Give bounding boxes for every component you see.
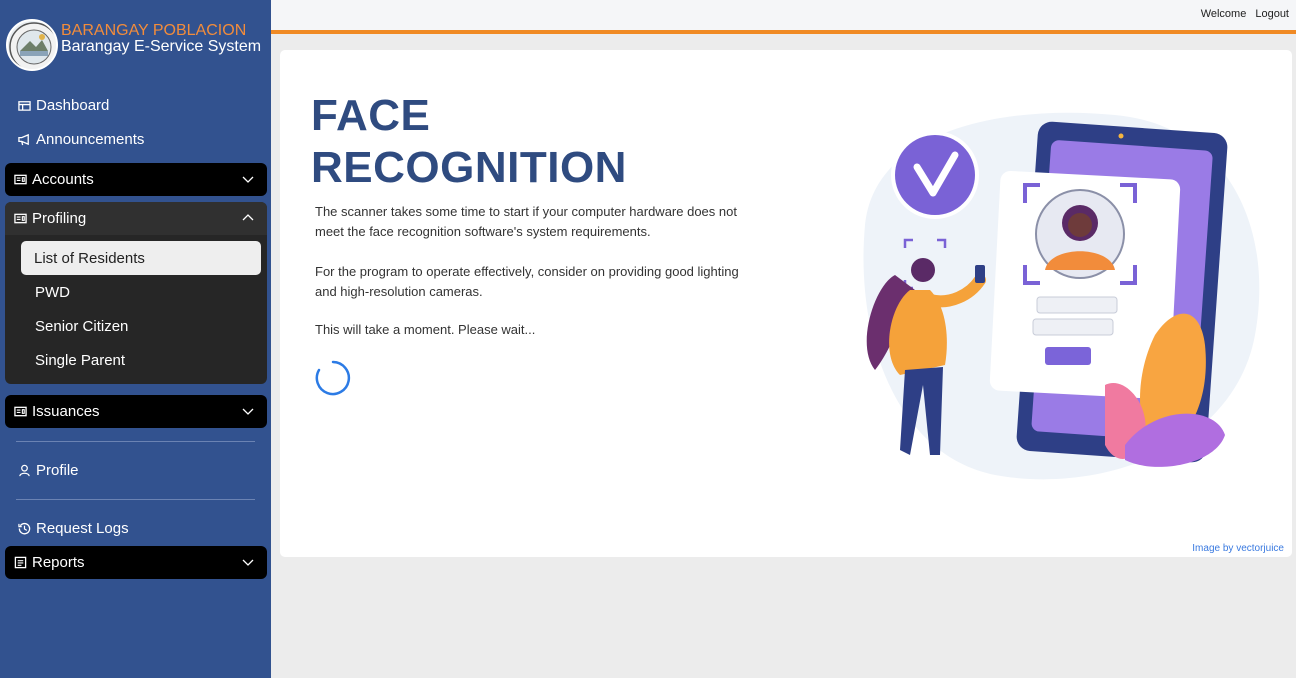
page-title-line1: FACE	[311, 91, 431, 140]
welcome-link[interactable]: Welcome	[1201, 8, 1247, 20]
nav-group-issuances[interactable]: Issuances	[5, 395, 267, 428]
nav-profile-label: Profile	[36, 462, 79, 479]
logout-link[interactable]: Logout	[1255, 8, 1289, 20]
info-paragraph-hardware: The scanner takes some time to start if …	[315, 204, 737, 239]
chevron-up-icon	[242, 214, 254, 221]
sidebar-divider	[16, 441, 255, 442]
nav-accounts-label: Accounts	[32, 171, 94, 188]
page-title: FACE RECOGNITION	[311, 90, 627, 194]
id-card-icon	[14, 174, 27, 185]
nav-profile[interactable]: Profile	[18, 462, 79, 479]
brand: BARANGAY POBLACION Barangay E-Service Sy…	[0, 0, 271, 80]
chevron-down-icon	[242, 176, 254, 183]
wait-message: This will take a moment. Please wait...	[315, 322, 536, 337]
face-recognition-illustration	[863, 112, 1260, 480]
nav-request-logs-label: Request Logs	[36, 520, 129, 537]
image-credit-link[interactable]: Image by vectorjuice	[1192, 543, 1284, 554]
sub-item-single-parent[interactable]: Single Parent	[5, 343, 267, 377]
nav-profiling-toggle[interactable]: Profiling	[5, 202, 267, 235]
id-card-icon	[14, 406, 27, 417]
nav-dashboard-label: Dashboard	[36, 97, 110, 114]
nav-issuances-label: Issuances	[32, 403, 100, 420]
sub-item-pwd[interactable]: PWD	[5, 275, 267, 309]
top-bar: Welcome Logout	[271, 0, 1296, 30]
sub-item-list-of-residents[interactable]: List of Residents	[21, 241, 261, 275]
brand-subtitle: Barangay E-Service System	[61, 38, 262, 55]
sidebar: BARANGAY POBLACION Barangay E-Service Sy…	[0, 0, 271, 678]
id-card-icon	[14, 213, 27, 224]
megaphone-icon	[18, 133, 29, 146]
nav-announcements[interactable]: Announcements	[18, 131, 144, 148]
nav-request-logs[interactable]: Request Logs	[18, 520, 129, 537]
dashboard-icon	[18, 101, 31, 111]
sidebar-divider	[16, 499, 255, 500]
nav-dashboard[interactable]: Dashboard	[18, 97, 109, 114]
chevron-down-icon	[242, 408, 254, 415]
report-icon	[14, 556, 27, 569]
accent-bar	[271, 30, 1296, 34]
nav-group-profiling: Profiling List of Residents PWD Senior C…	[5, 202, 267, 384]
info-paragraph-lighting: For the program to operate effectively, …	[315, 264, 739, 299]
face-recognition-card: FACE RECOGNITION The scanner takes some …	[280, 50, 1292, 557]
nav-group-reports[interactable]: Reports	[5, 546, 267, 579]
nav-group-accounts[interactable]: Accounts	[5, 163, 267, 196]
page-title-line2: RECOGNITION	[311, 143, 627, 192]
nav-profiling-label: Profiling	[32, 210, 87, 227]
loading-spinner-icon	[315, 360, 351, 396]
nav-announcements-label: Announcements	[36, 131, 145, 148]
sub-item-senior-citizen[interactable]: Senior Citizen	[5, 309, 267, 343]
history-icon	[18, 522, 31, 535]
chevron-down-icon	[242, 559, 254, 566]
barangay-seal-logo	[6, 19, 58, 71]
user-icon	[19, 464, 30, 477]
nav-reports-label: Reports	[32, 554, 85, 571]
